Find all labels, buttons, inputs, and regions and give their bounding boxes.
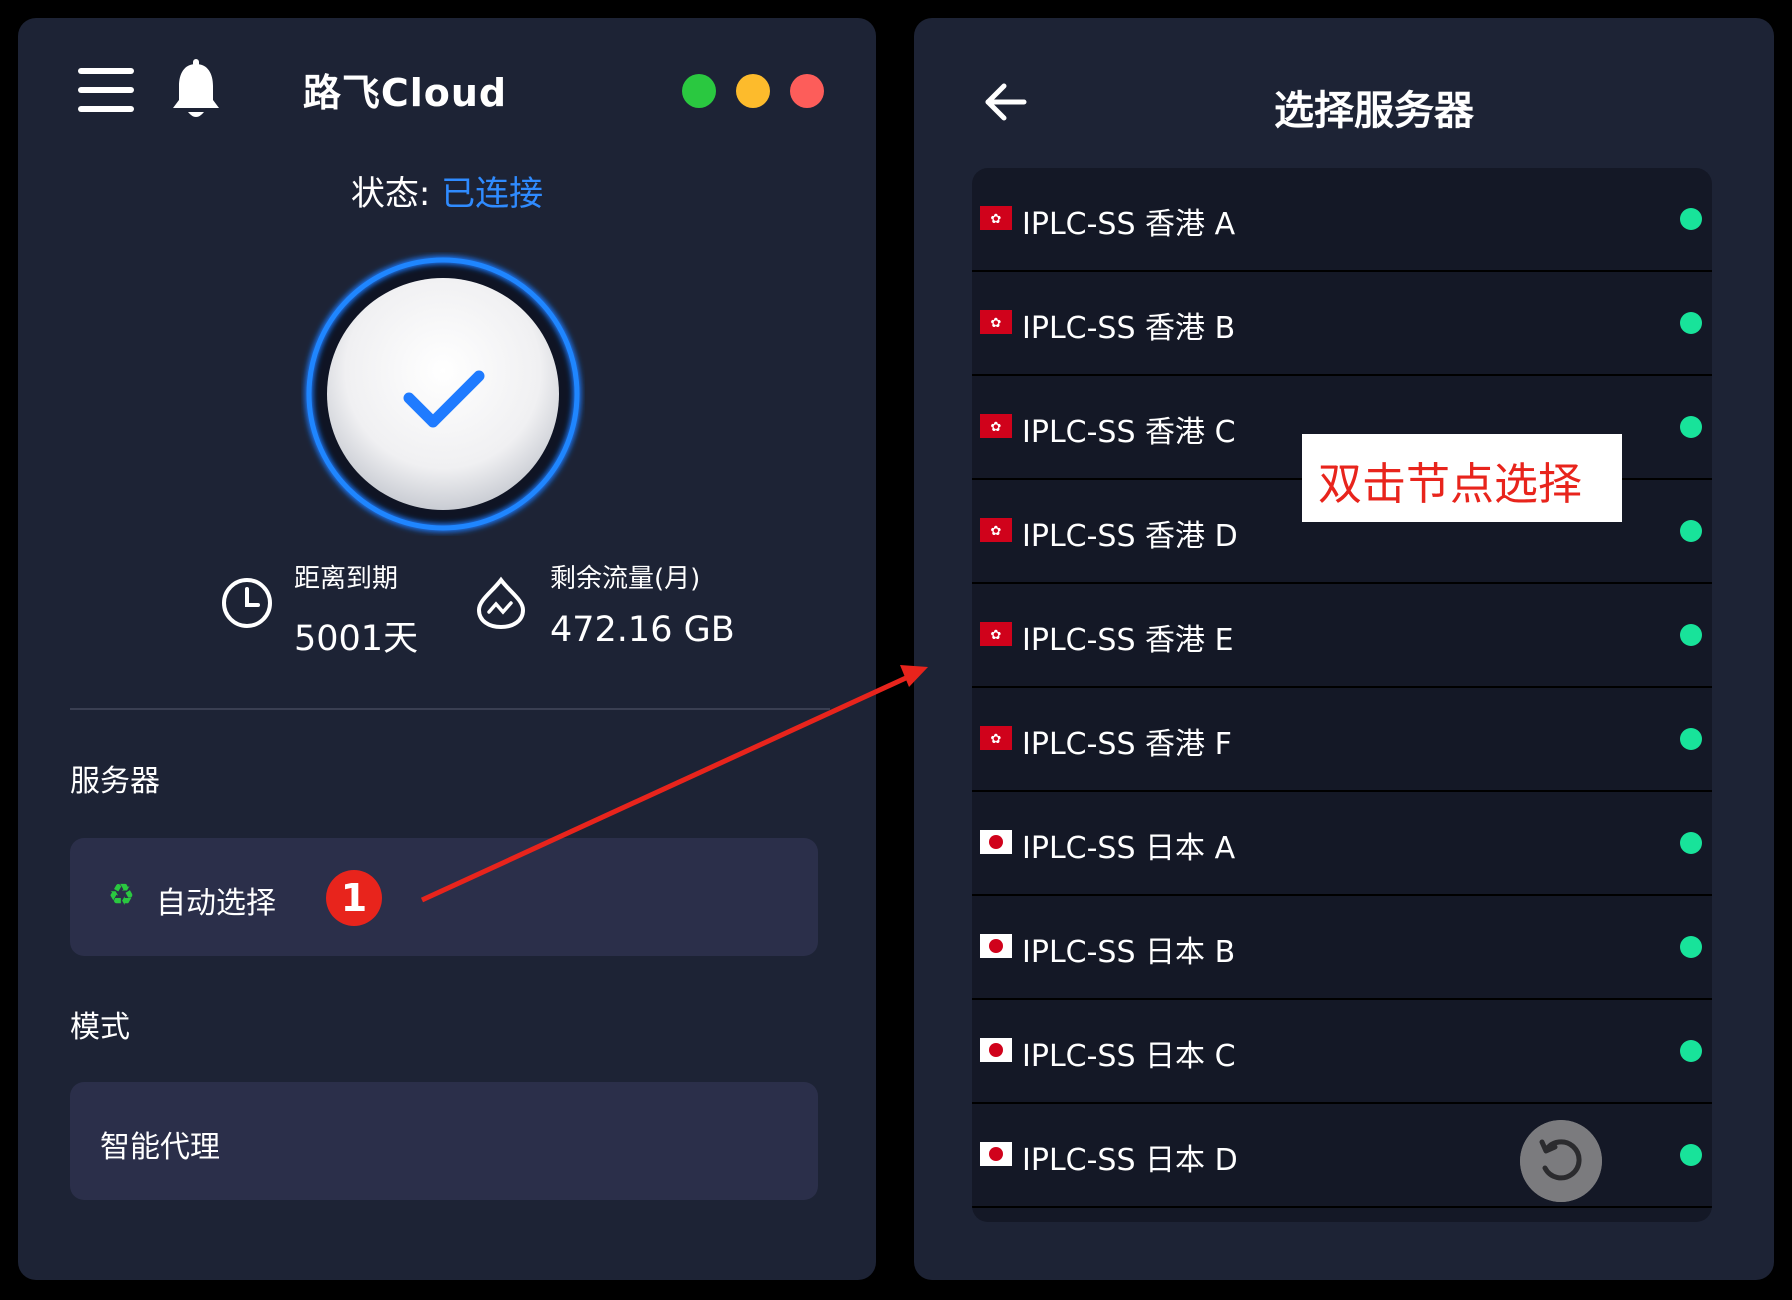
server-section-label: 服务器 xyxy=(70,764,160,799)
hk-flag-icon: ✿ xyxy=(980,518,1012,542)
server-name: IPLC-SS 香港 D xyxy=(1022,519,1238,554)
connect-button[interactable] xyxy=(301,252,585,536)
server-row[interactable]: ✿ IPLC-SS 香港 B xyxy=(972,272,1712,376)
server-row[interactable]: ✿ IPLC-SS 香港 A xyxy=(972,168,1712,272)
page-title: 选择服务器 xyxy=(1274,88,1474,134)
svg-text:✿: ✿ xyxy=(991,212,1002,227)
online-status-dot xyxy=(1680,936,1702,958)
annotation-tip: 双击节点选择 xyxy=(1302,434,1622,522)
step-badge: 1 xyxy=(326,870,382,926)
online-status-dot xyxy=(1680,520,1702,542)
svg-text:✿: ✿ xyxy=(991,732,1002,747)
close-button[interactable] xyxy=(790,74,824,108)
server-row[interactable]: ✿ IPLC-SS 香港 E xyxy=(972,584,1712,688)
svg-text:✿: ✿ xyxy=(991,524,1002,539)
online-status-dot xyxy=(1680,208,1702,230)
expiry-label: 距离到期 xyxy=(294,564,399,594)
jp-flag-icon xyxy=(980,1038,1012,1062)
main-panel: 路飞Cloud 状态: 已连接 距离到期 5001天 剩余流量(月) 472.1… xyxy=(18,18,876,1280)
server-row[interactable]: IPLC-SS 日本 C xyxy=(972,1000,1712,1104)
mode-select[interactable]: 智能代理 xyxy=(70,1082,818,1200)
server-name: IPLC-SS 香港 B xyxy=(1022,311,1236,346)
online-status-dot xyxy=(1680,1040,1702,1062)
hk-flag-icon: ✿ xyxy=(980,310,1012,334)
connection-status: 状态: 已连接 xyxy=(18,166,876,215)
refresh-button[interactable] xyxy=(1520,1120,1602,1202)
online-status-dot xyxy=(1680,1144,1702,1166)
maximize-button[interactable] xyxy=(682,74,716,108)
online-status-dot xyxy=(1680,416,1702,438)
server-name: IPLC-SS 日本 C xyxy=(1022,1039,1236,1074)
server-picker-panel: 选择服务器 ✿ IPLC-SS 香港 A ✿ IPLC-SS 香港 B ✿ IPLC-SS… xyxy=(914,18,1774,1280)
divider xyxy=(70,708,830,710)
minimize-button[interactable] xyxy=(736,74,770,108)
svg-text:✿: ✿ xyxy=(991,316,1002,331)
online-status-dot xyxy=(1680,728,1702,750)
jp-flag-icon xyxy=(980,1142,1012,1166)
svg-text:✿: ✿ xyxy=(991,420,1002,435)
server-name: IPLC-SS 日本 D xyxy=(1022,1143,1238,1178)
jp-flag-icon xyxy=(980,830,1012,854)
clock-icon xyxy=(222,578,272,628)
server-row[interactable]: IPLC-SS 日本 B xyxy=(972,896,1712,1000)
server-name: IPLC-SS 香港 F xyxy=(1022,727,1232,762)
mode-section-label: 模式 xyxy=(70,1010,130,1045)
online-status-dot xyxy=(1680,624,1702,646)
status-label: 状态: xyxy=(350,174,431,214)
mode-select-value: 智能代理 xyxy=(100,1130,220,1165)
server-row[interactable]: ✿ IPLC-SS 香港 F xyxy=(972,688,1712,792)
svg-text:✿: ✿ xyxy=(991,628,1002,643)
server-name: IPLC-SS 香港 A xyxy=(1022,207,1236,242)
server-name: IPLC-SS 香港 C xyxy=(1022,415,1236,450)
server-name: IPLC-SS 日本 A xyxy=(1022,831,1236,866)
online-status-dot xyxy=(1680,312,1702,334)
status-value: 已连接 xyxy=(441,174,544,214)
window-controls xyxy=(682,74,824,108)
annotation-tip-text: 双击节点选择 xyxy=(1318,459,1582,510)
recycle-icon: ♻ xyxy=(108,878,135,913)
server-select-value: 自动选择 xyxy=(156,886,276,921)
server-name: IPLC-SS 日本 B xyxy=(1022,935,1236,970)
server-name: IPLC-SS 香港 E xyxy=(1022,623,1234,658)
traffic-value: 472.16 GB xyxy=(550,610,735,650)
hk-flag-icon: ✿ xyxy=(980,414,1012,438)
expiry-value: 5001天 xyxy=(294,619,419,659)
jp-flag-icon xyxy=(980,934,1012,958)
hk-flag-icon: ✿ xyxy=(980,206,1012,230)
hk-flag-icon: ✿ xyxy=(980,622,1012,646)
server-row[interactable]: IPLC-SS 日本 A xyxy=(972,792,1712,896)
hk-flag-icon: ✿ xyxy=(980,726,1012,750)
server-list: ✿ IPLC-SS 香港 A ✿ IPLC-SS 香港 B ✿ IPLC-SS 香港 C ✿… xyxy=(972,168,1712,1222)
server-select[interactable]: ♻ 自动选择 1 xyxy=(70,838,818,956)
traffic-label: 剩余流量(月) xyxy=(550,564,701,594)
traffic-drop-icon xyxy=(476,576,526,630)
online-status-dot xyxy=(1680,832,1702,854)
